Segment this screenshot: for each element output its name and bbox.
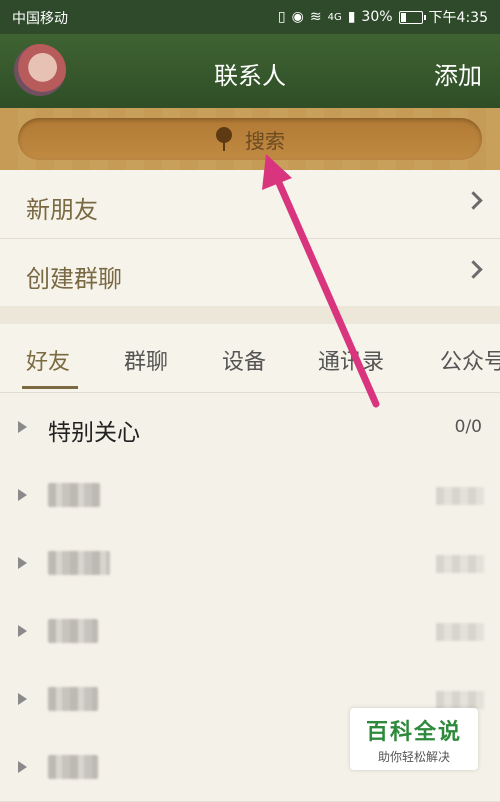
watermark-subtitle: 助你轻松解决 <box>377 750 450 764</box>
watermark-logo: 百科全说 助你轻松解决 <box>350 708 478 770</box>
watermark-title: 百科全说 <box>365 720 462 745</box>
annotation-arrow <box>262 154 380 408</box>
